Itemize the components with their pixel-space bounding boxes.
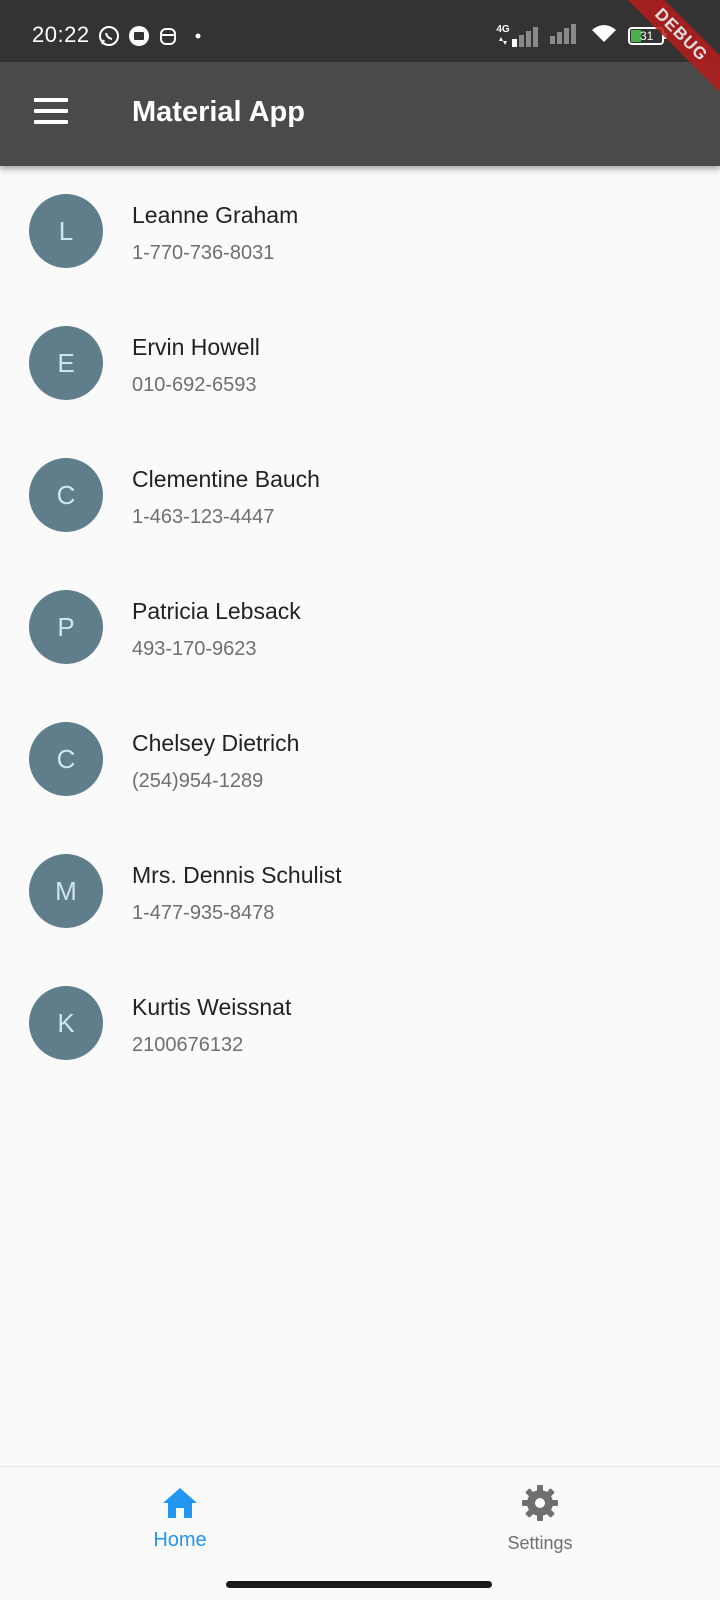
nav-item-home[interactable]: Home <box>0 1467 360 1571</box>
contact-name: Ervin Howell <box>132 334 260 360</box>
list-item[interactable]: C Chelsey Dietrich (254)954-1289 <box>0 694 720 826</box>
status-time: 20:22 <box>32 22 90 47</box>
contact-name: Mrs. Dennis Schulist <box>132 862 342 888</box>
contact-phone: 1-463-123-4447 <box>132 506 275 528</box>
contact-name: Chelsey Dietrich <box>132 730 300 756</box>
home-icon <box>161 1486 199 1525</box>
signal-4g-icon: 4G <box>496 23 540 47</box>
contact-name: Patricia Lebsack <box>132 598 301 624</box>
notification-icons <box>98 25 206 52</box>
whatsapp-icon <box>98 25 120 52</box>
contact-name: Clementine Bauch <box>132 466 320 492</box>
wifi-icon <box>590 22 618 49</box>
contact-phone: 1-770-736-8031 <box>132 242 275 264</box>
contact-phone: 010-692-6593 <box>132 374 257 396</box>
avatar: C <box>29 458 103 532</box>
status-bar: 20:22 4G 31 <box>0 0 720 62</box>
list-item[interactable]: K Kurtis Weissnat 2100676132 <box>0 958 720 1090</box>
robot-icon <box>158 25 178 52</box>
contact-phone: 2100676132 <box>132 1034 244 1056</box>
menu-icon[interactable] <box>34 98 68 130</box>
message-icon <box>128 25 150 52</box>
contact-phone: 493-170-9623 <box>132 638 257 660</box>
nav-label-settings: Settings <box>507 1533 573 1553</box>
contact-name: Kurtis Weissnat <box>132 994 292 1020</box>
list-item[interactable]: E Ervin Howell 010-692-6593 <box>0 298 720 430</box>
list-item[interactable]: M Mrs. Dennis Schulist 1-477-935-8478 <box>0 826 720 958</box>
list-item[interactable]: C Clementine Bauch 1-463-123-4447 <box>0 430 720 562</box>
list-item[interactable]: P Patricia Lebsack 493-170-9623 <box>0 562 720 694</box>
contact-phone: (254)954-1289 <box>132 770 264 792</box>
contact-list: L Leanne Graham 1-770-736-8031 E Ervin H… <box>0 166 720 1090</box>
battery-level: 31 <box>640 28 654 43</box>
avatar: C <box>29 722 103 796</box>
avatar: L <box>29 194 103 268</box>
avatar: E <box>29 326 103 400</box>
contact-phone: 1-477-935-8478 <box>132 902 275 924</box>
app-bar: Material App <box>0 62 720 166</box>
avatar: M <box>29 854 103 928</box>
signal-icon <box>550 22 580 49</box>
contact-name: Leanne Graham <box>132 202 299 228</box>
page-title: Material App <box>132 96 305 128</box>
bottom-nav: Home Settings <box>0 1466 720 1571</box>
avatar: K <box>29 986 103 1060</box>
gear-icon <box>521 1484 559 1527</box>
network-type-label: 4G <box>496 23 510 35</box>
avatar: P <box>29 590 103 664</box>
dot-icon <box>186 25 206 52</box>
nav-item-settings[interactable]: Settings <box>360 1467 720 1571</box>
list-item[interactable]: L Leanne Graham 1-770-736-8031 <box>0 166 720 298</box>
nav-label-home: Home <box>153 1529 207 1551</box>
system-icons: 4G 31 <box>496 22 668 49</box>
gesture-bar[interactable] <box>226 1581 492 1588</box>
